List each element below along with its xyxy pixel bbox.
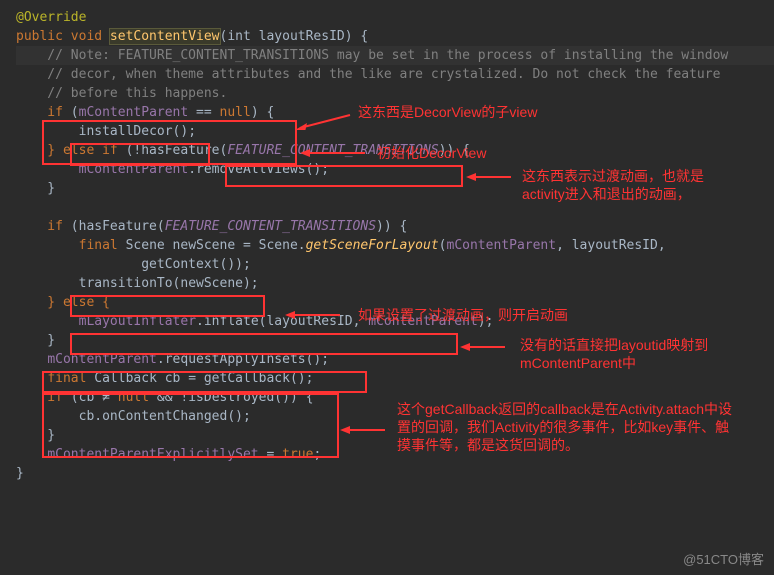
code-line: @Override: [16, 8, 774, 27]
code-line: mContentParent.removeAllViews();: [16, 160, 774, 179]
code-line: // before this happens.: [16, 84, 774, 103]
code-line: final Callback cb = getCallback();: [16, 369, 774, 388]
code-editor: @Override public void setContentView(int…: [0, 0, 774, 491]
code-line: } else {: [16, 293, 774, 312]
code-line: public void setContentView(int layoutRes…: [16, 27, 774, 46]
code-line: if (hasFeature(FEATURE_CONTENT_TRANSITIO…: [16, 217, 774, 236]
code-line: if (cb ≠ null && !isDestroyed()) {: [16, 388, 774, 407]
code-line: }: [16, 331, 774, 350]
method-name: setContentView: [110, 29, 220, 44]
code-line: installDecor();: [16, 122, 774, 141]
code-line: mContentParentExplicitlySet = true;: [16, 445, 774, 464]
code-line: final Scene newScene = Scene.getSceneFor…: [16, 236, 774, 255]
code-line: // decor, when theme attributes and the …: [16, 65, 774, 84]
code-line: }: [16, 426, 774, 445]
code-line: [16, 198, 774, 217]
code-line: }: [16, 464, 774, 483]
code-line: mLayoutInflater.inflate(layoutResID, mCo…: [16, 312, 774, 331]
code-line: cb.onContentChanged();: [16, 407, 774, 426]
code-line: transitionTo(newScene);: [16, 274, 774, 293]
code-line: getContext());: [16, 255, 774, 274]
code-line: }: [16, 179, 774, 198]
code-line: mContentParent.requestApplyInsets();: [16, 350, 774, 369]
code-line: // Note: FEATURE_CONTENT_TRANSITIONS may…: [16, 46, 774, 65]
code-line: if (mContentParent == null) {: [16, 103, 774, 122]
watermark: @51CTO博客: [683, 550, 764, 569]
code-line: } else if (!hasFeature(FEATURE_CONTENT_T…: [16, 141, 774, 160]
